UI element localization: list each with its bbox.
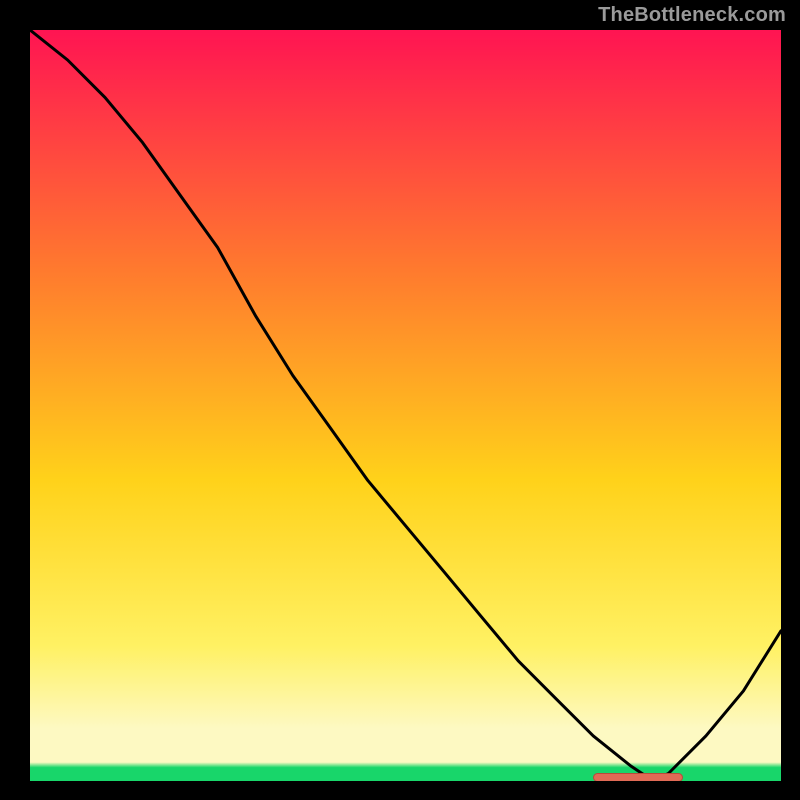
watermark-text: TheBottleneck.com bbox=[598, 4, 786, 27]
plot-area bbox=[30, 30, 781, 781]
chart-stage: TheBottleneck.com bbox=[0, 0, 800, 800]
background-gradient bbox=[30, 30, 781, 781]
x-axis-margin bbox=[0, 781, 800, 800]
y-axis-margin bbox=[0, 30, 30, 800]
